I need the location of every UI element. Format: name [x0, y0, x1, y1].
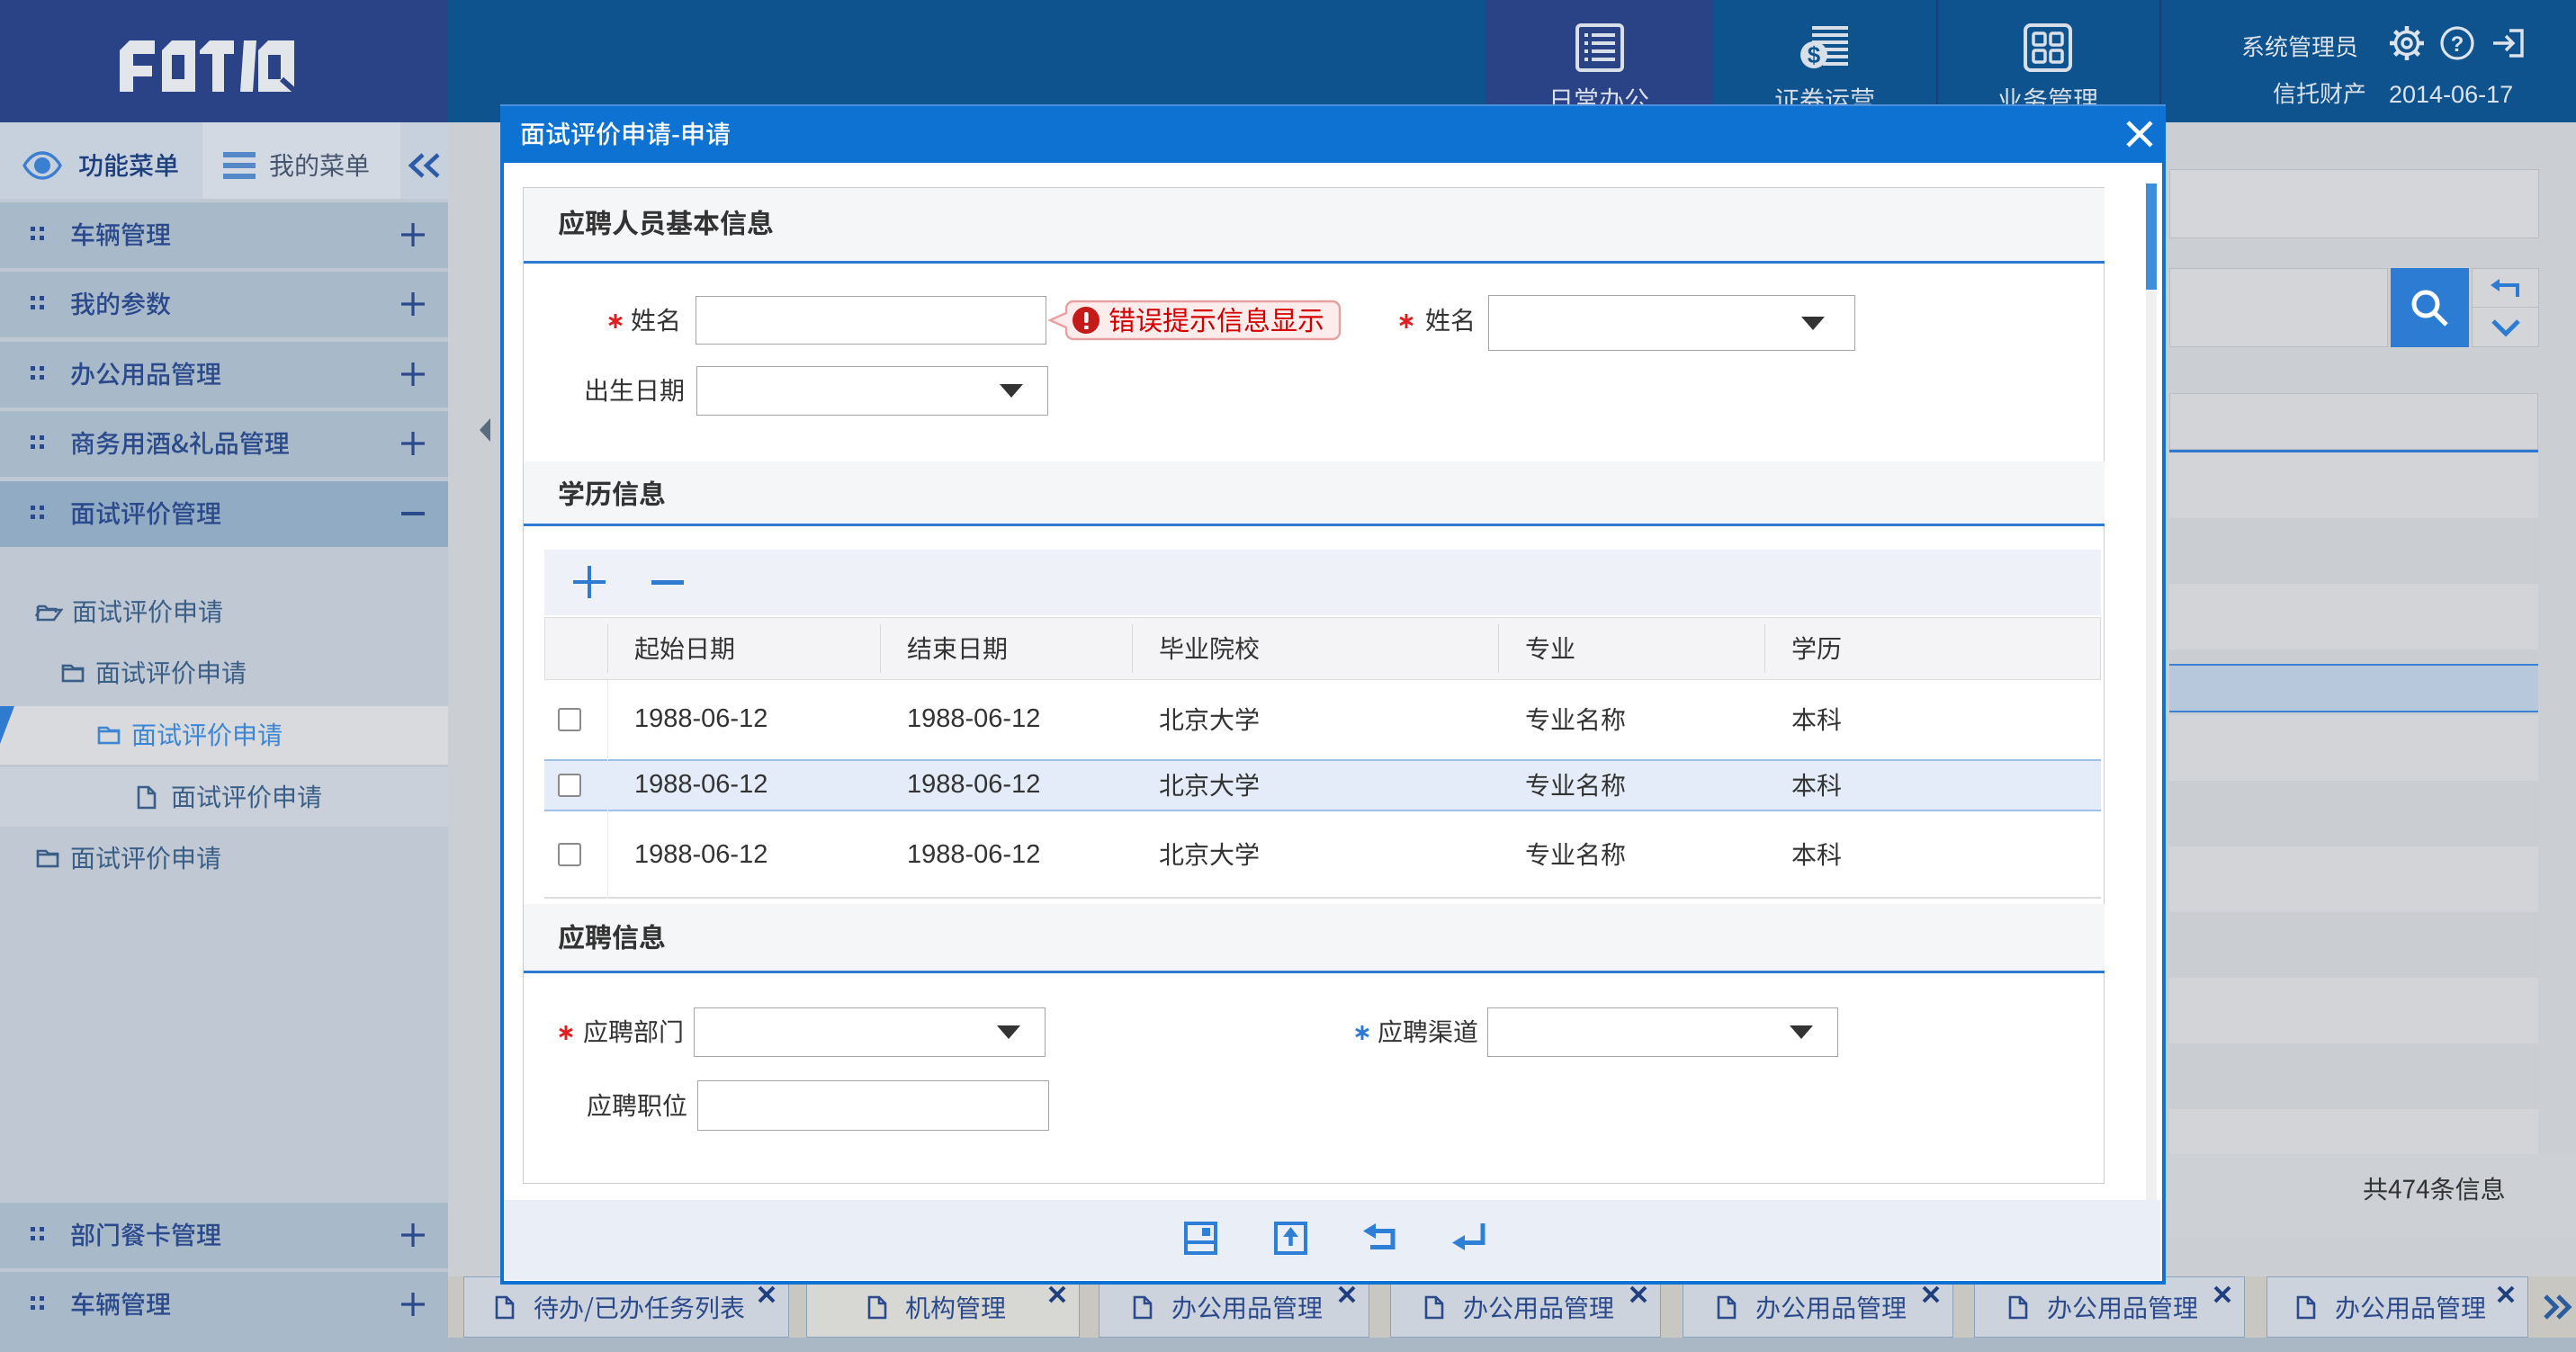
- svg-text:$: $: [1808, 41, 1821, 68]
- svg-text:?: ?: [2451, 32, 2464, 57]
